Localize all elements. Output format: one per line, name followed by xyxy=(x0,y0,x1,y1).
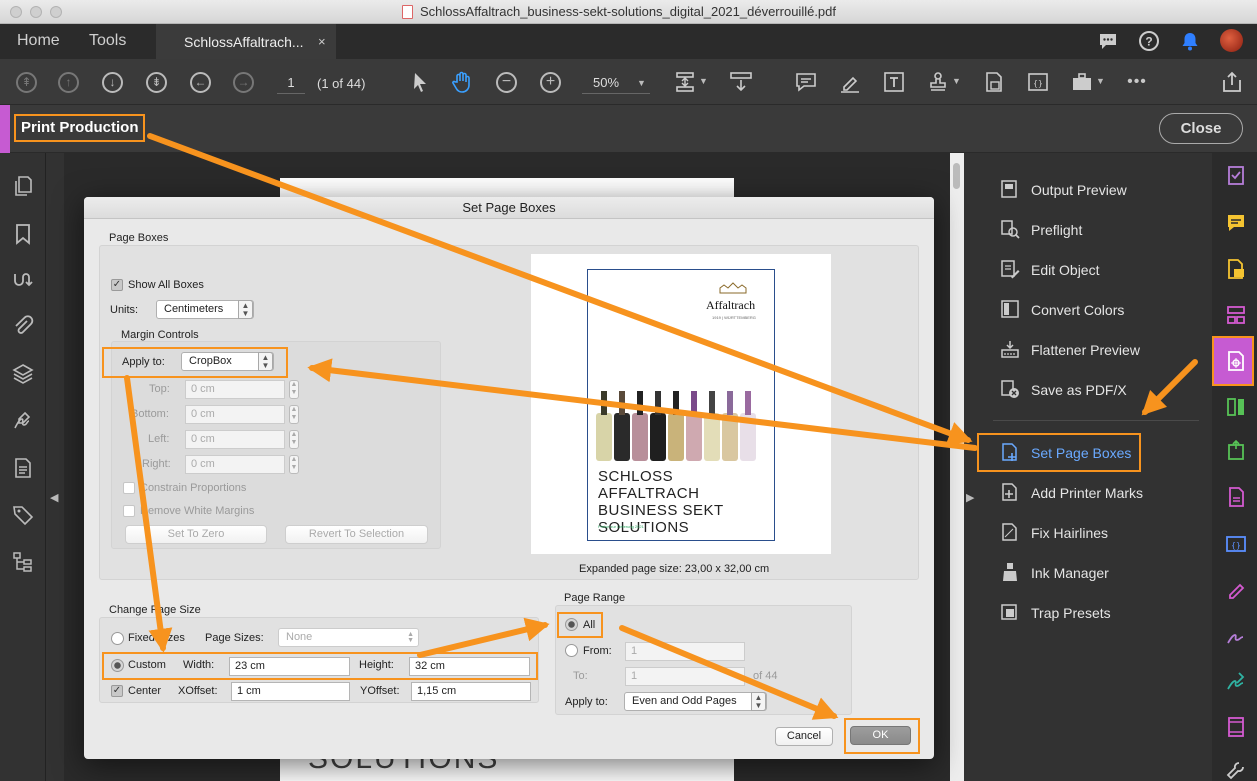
arrow-rail-to-set-page-boxes xyxy=(1141,359,1198,416)
arrow-title-to-set-page-boxes xyxy=(147,133,973,445)
arrow-custom-to-all xyxy=(417,617,550,658)
arrow-apply-to-custom xyxy=(124,375,173,653)
arrow-all-to-ok xyxy=(619,625,839,720)
annotation-arrows xyxy=(124,133,1198,720)
